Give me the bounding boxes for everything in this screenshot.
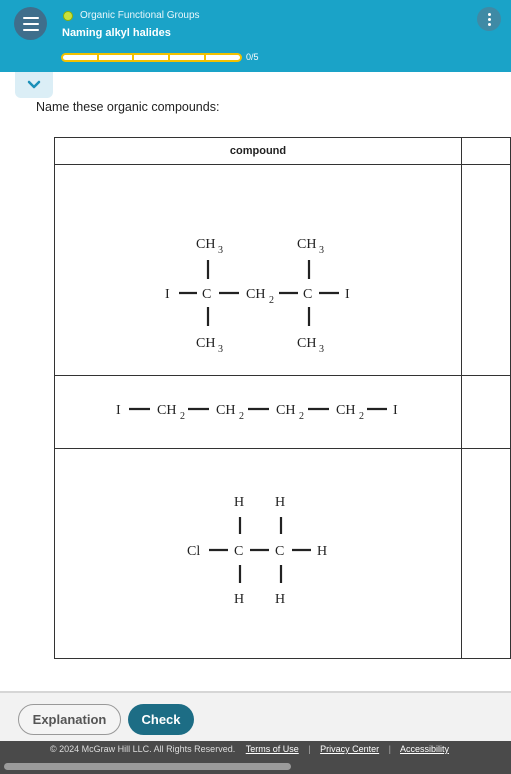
atom-label: CH [297,336,316,351]
progress-bar [61,53,242,62]
atom-subscript: 2 [359,411,364,422]
atom-label: CH [246,287,265,302]
more-options-icon[interactable] [477,7,501,31]
compound-structure-2: I CH 2 CH 2 CH 2 CH 2 I [116,403,398,422]
atom-label: CH [336,403,355,418]
topic-title: Organic Functional Groups [80,10,200,21]
lesson-title: Naming alkyl halides [62,27,171,39]
atom-label: H [317,544,327,559]
link-separator: | [308,744,311,754]
topic-status-dot [63,11,73,21]
name-answer-cell-3[interactable] [461,448,511,659]
column-header-compound: compound [54,137,462,165]
atom-label: H [275,495,285,510]
accessibility-link[interactable]: Accessibility [400,744,449,754]
check-button[interactable]: Check [128,704,194,735]
atom-label: CH [196,237,215,252]
link-separator: | [388,744,391,754]
atom-subscript: 3 [218,344,223,355]
atom-label: H [275,592,285,607]
atom-label: CH [276,403,295,418]
atom-label: Cl [187,544,200,559]
compound-cell-2: I CH 2 CH 2 CH 2 CH 2 I [54,375,462,449]
collapse-button[interactable] [15,72,53,98]
atom-subscript: 3 [218,245,223,256]
atom-label: C [202,287,211,302]
name-answer-cell-2[interactable] [461,375,511,449]
chevron-down-icon [27,80,41,89]
atom-subscript: 3 [319,344,324,355]
atom-subscript: 2 [299,411,304,422]
atom-label: I [345,287,350,302]
menu-icon[interactable] [14,7,47,40]
atom-label: CH [216,403,235,418]
atom-subscript: 3 [319,245,324,256]
atom-label: CH [297,237,316,252]
atom-label: CH [196,336,215,351]
atom-label: I [393,403,398,418]
explanation-button[interactable]: Explanation [18,704,121,735]
compound-structure-3: H H Cl C C H H H [187,495,327,607]
atom-label: H [234,495,244,510]
compounds-table: compound CH 3 CH 3 I C CH 2 C I CH 3 CH … [54,137,511,659]
progress-tick [132,55,134,60]
header-bar: Organic Functional Groups Naming alkyl h… [0,0,511,72]
atom-label: I [165,287,170,302]
atom-subscript: 2 [180,411,185,422]
horizontal-scrollbar[interactable] [4,763,291,770]
atom-subscript: 2 [269,295,274,306]
atom-label: H [234,592,244,607]
atom-label: I [116,403,121,418]
compound-structure-1: CH 3 CH 3 I C CH 2 C I CH 3 CH 3 [165,237,350,355]
atom-label: C [303,287,312,302]
atom-label: C [234,544,243,559]
copyright-text: © 2024 McGraw Hill LLC. All Rights Reser… [50,744,236,754]
name-answer-cell-1[interactable] [461,164,511,376]
progress-count: 0/5 [246,52,259,62]
progress-tick [204,55,206,60]
privacy-center-link[interactable]: Privacy Center [320,744,379,754]
atom-label: C [275,544,284,559]
atom-subscript: 2 [239,411,244,422]
copyright-line: © 2024 McGraw Hill LLC. All Rights Reser… [50,744,449,754]
progress-tick [168,55,170,60]
compound-cell-3: H H Cl C C H H H [54,448,462,659]
progress-tick [97,55,99,60]
compound-cell-1: CH 3 CH 3 I C CH 2 C I CH 3 CH 3 [54,164,462,376]
copyright-bar: © 2024 McGraw Hill LLC. All Rights Reser… [0,741,511,774]
column-header-name [461,137,511,165]
question-prompt: Name these organic compounds: [36,100,220,114]
atom-label: CH [157,403,176,418]
terms-of-use-link[interactable]: Terms of Use [246,744,299,754]
